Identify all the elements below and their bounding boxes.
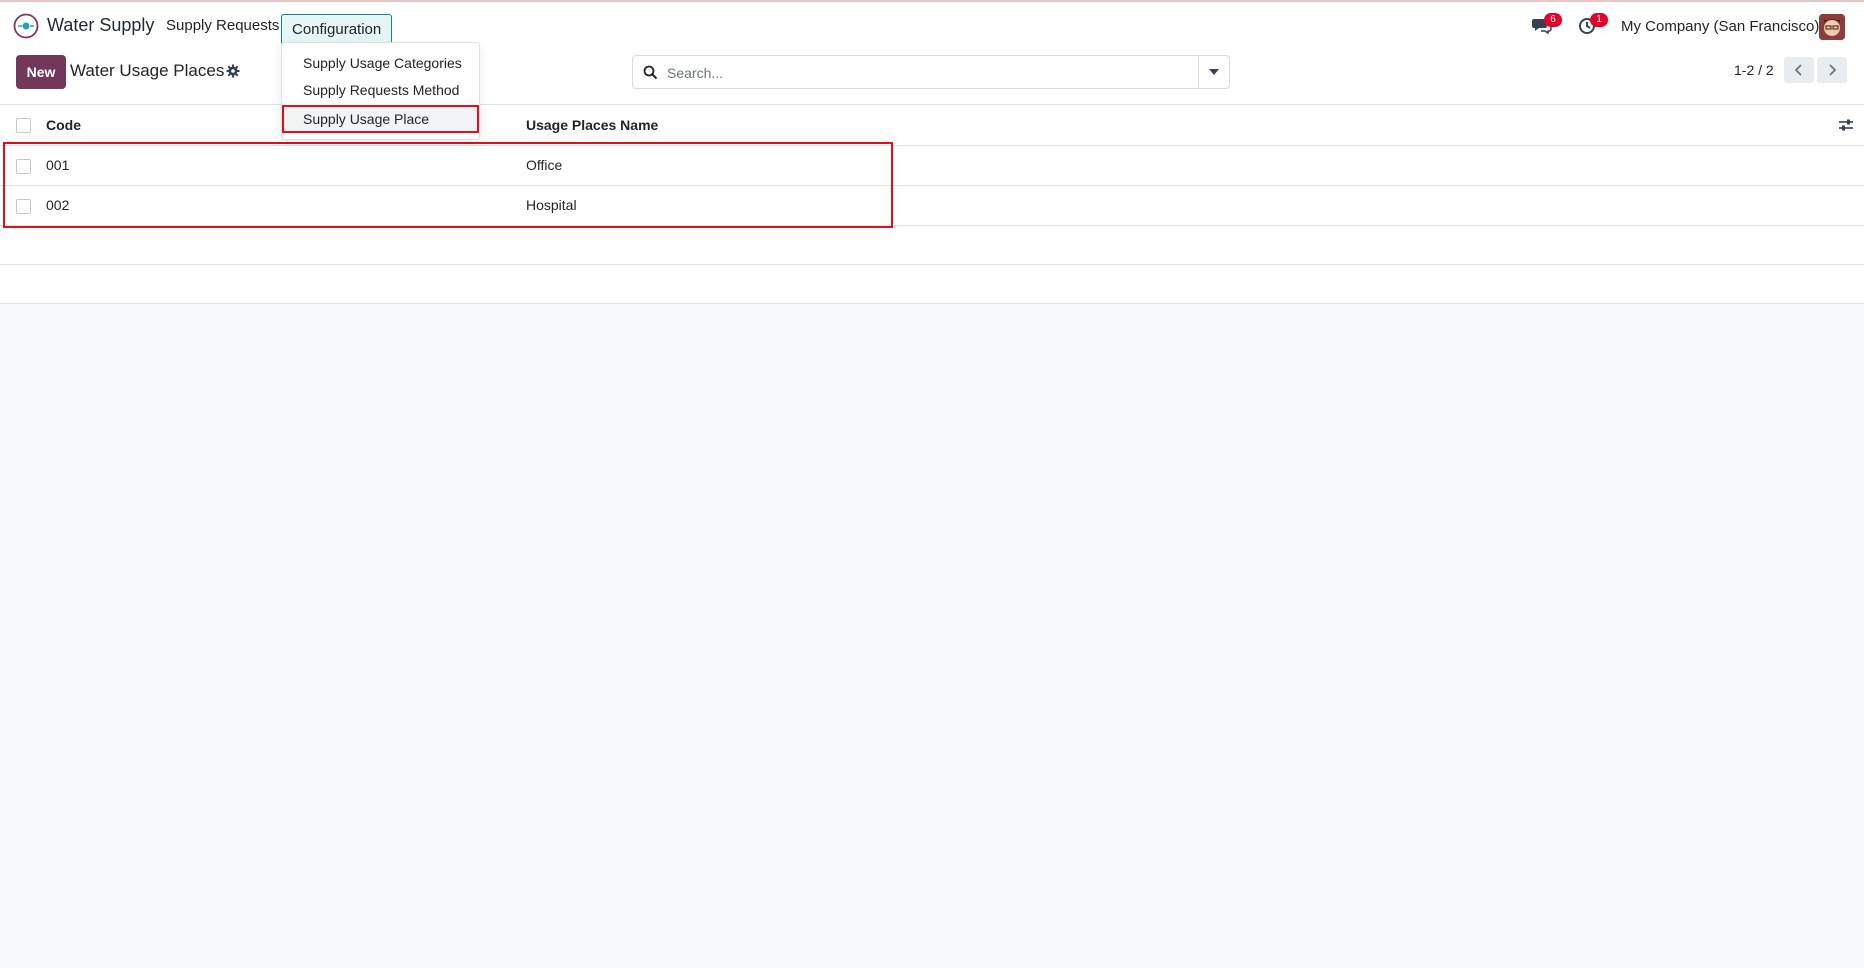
menu-item-supply-usage-categories[interactable]: Supply Usage Categories [303,55,462,71]
app-logo-icon[interactable] [13,13,39,39]
cell-code: 001 [46,157,70,173]
chevron-left-icon [1794,64,1802,76]
menu-item-supply-requests-method[interactable]: Supply Requests Method [303,82,459,98]
menu-item-label: Supply Usage Place [303,111,430,127]
activities-badge: 1 [1590,13,1608,27]
row-checkbox[interactable] [16,159,31,174]
search-bar [632,55,1230,89]
menu-item-supply-usage-place[interactable]: Supply Usage Place [282,105,479,133]
row-checkbox[interactable] [16,199,31,214]
user-avatar[interactable] [1819,14,1845,40]
select-all-checkbox[interactable] [16,118,31,133]
new-button[interactable]: New [16,55,66,89]
search-icon [643,65,658,80]
pager-value[interactable]: 1-2 / 2 [1734,62,1774,78]
menu-configuration[interactable]: Configuration [281,14,393,45]
control-panel: New Water Usage Places 1-2 / 2 [0,48,1864,104]
table-row[interactable]: 001 Office [0,146,1864,186]
search-input[interactable] [665,62,1209,84]
empty-row [0,265,1864,304]
top-navbar: Water Supply Supply Requests Configurati… [0,2,1864,49]
cell-name: Hospital [526,197,577,213]
pager-previous-button[interactable] [1784,57,1814,83]
messages-button[interactable]: 6 [1532,13,1562,38]
caret-down-icon [1209,69,1219,75]
company-switcher[interactable]: My Company (San Francisco) [1621,18,1819,35]
list-table: Code Usage Places Name 001 Office 002 Ho… [0,104,1864,304]
activities-button[interactable]: 1 [1578,13,1608,38]
menu-supply-requests[interactable]: Supply Requests [166,17,279,34]
column-header-name[interactable]: Usage Places Name [526,117,658,133]
configuration-dropdown: Supply Usage Categories Supply Requests … [281,42,480,140]
table-row[interactable]: 002 Hospital [0,186,1864,226]
app-brand[interactable]: Water Supply [47,15,154,36]
cell-code: 002 [46,197,70,213]
gear-icon[interactable] [226,64,240,78]
optional-columns-icon[interactable] [1838,117,1854,133]
page-title: Water Usage Places [70,61,225,80]
cell-name: Office [526,157,563,173]
empty-row [0,226,1864,265]
messages-badge: 6 [1544,13,1562,27]
pager-next-button[interactable] [1817,57,1847,83]
avatar-face-icon [1819,14,1845,40]
column-header-code[interactable]: Code [46,117,81,133]
chevron-right-icon [1829,64,1837,76]
search-options-toggle[interactable] [1198,56,1229,88]
table-header: Code Usage Places Name [0,104,1864,146]
